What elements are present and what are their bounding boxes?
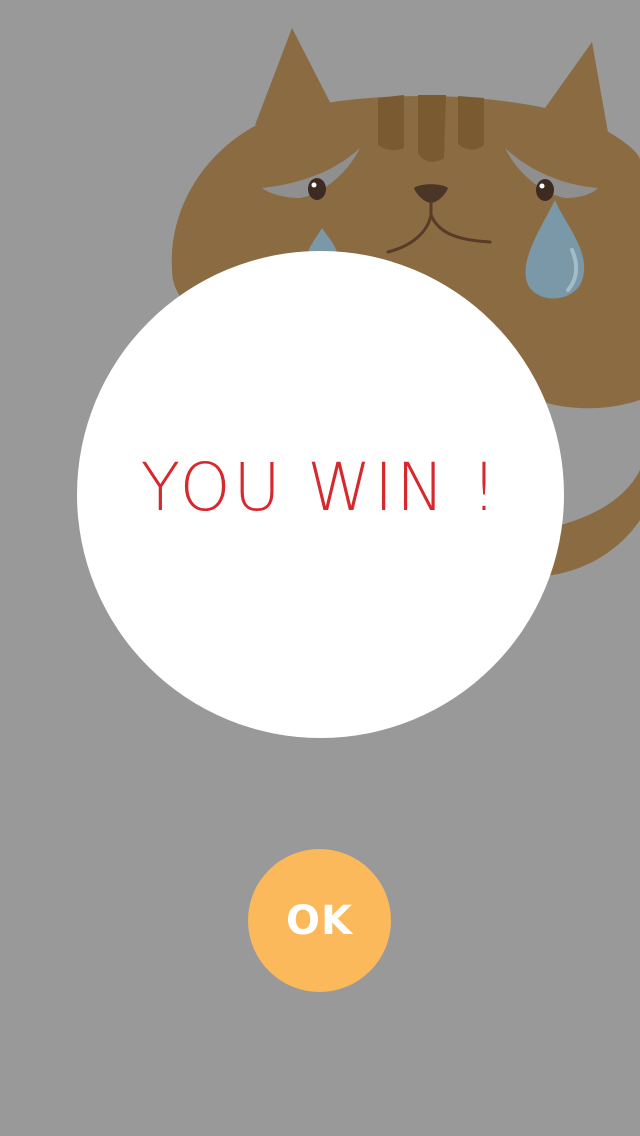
cat-stripe (458, 96, 484, 150)
result-panel: YOU WIN ! (77, 251, 564, 738)
game-result-screen: YOU WIN ! OK (0, 0, 640, 1136)
cat-stripe (418, 95, 446, 162)
cat-stripe (378, 95, 404, 151)
cat-right-eye (536, 179, 554, 201)
ok-button[interactable]: OK (248, 849, 391, 992)
ok-button-label: OK (286, 897, 353, 944)
result-message: YOU WIN ! (140, 449, 501, 526)
cat-left-eye (308, 178, 326, 200)
